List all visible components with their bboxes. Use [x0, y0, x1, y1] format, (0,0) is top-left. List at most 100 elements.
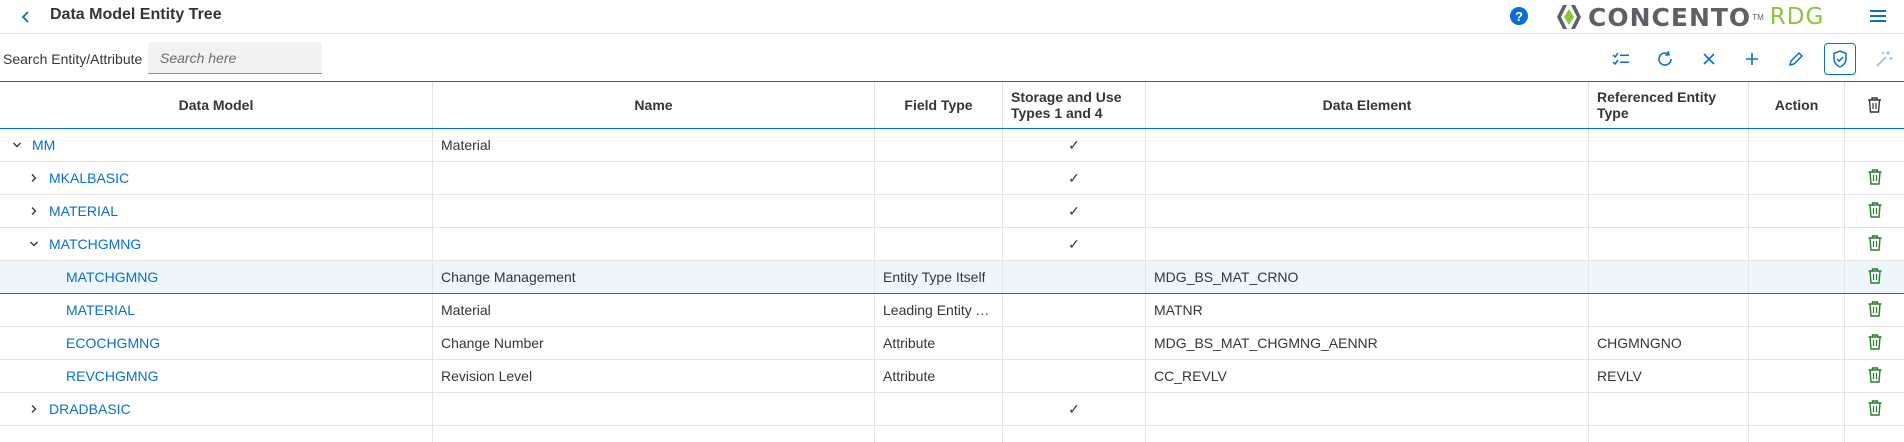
data-model-link[interactable]: MKALBASIC — [49, 170, 129, 186]
check-icon: ✓ — [1068, 202, 1080, 219]
magic-wand-icon — [1876, 51, 1893, 67]
cell-field-type — [875, 195, 1003, 227]
delete-all-button[interactable] — [1845, 82, 1904, 128]
add-button[interactable] — [1736, 43, 1768, 75]
cell-storage: ✓ — [1003, 162, 1146, 194]
cell-ref-entity — [1589, 294, 1749, 326]
data-model-link[interactable]: MM — [32, 137, 55, 153]
cell-action — [1749, 294, 1845, 326]
table-row[interactable]: MATCHGMNG ✓ — [0, 228, 1904, 261]
table-row[interactable] — [0, 426, 1904, 442]
data-model-link[interactable]: MATERIAL — [66, 302, 135, 318]
trash-icon[interactable] — [1867, 366, 1883, 386]
column-header-storage[interactable]: Storage and Use Types 1 and 4 — [1003, 82, 1146, 128]
toolbar: Search Entity/Attribute — [0, 35, 1904, 81]
cell-name — [433, 162, 875, 194]
validate-button[interactable] — [1824, 43, 1856, 75]
multi-select-icon — [1612, 52, 1629, 66]
cell-delete — [1845, 426, 1904, 442]
chevron-left-icon — [21, 11, 29, 23]
table-row[interactable]: MATCHGMNG Change Management Entity Type It… — [0, 261, 1904, 294]
column-header-action[interactable]: Action — [1749, 82, 1845, 128]
cell-action — [1749, 327, 1845, 359]
cell-data-element — [1146, 426, 1589, 442]
cell-data-element: MDG_BS_MAT_CRNO — [1146, 261, 1589, 293]
cell-name: Change Number — [433, 327, 875, 359]
trash-icon[interactable] — [1867, 201, 1883, 221]
data-model-link[interactable]: ECOCHGMNG — [66, 335, 160, 351]
data-model-link[interactable]: REVCHGMNG — [66, 368, 159, 384]
multi-select-button[interactable] — [1605, 43, 1637, 75]
cell-ref-entity — [1589, 426, 1749, 442]
search-input[interactable] — [148, 42, 322, 74]
cell-data-model: ECOCHGMNG — [0, 327, 433, 359]
name-text: Material — [441, 302, 491, 318]
cell-ref-entity: CHGMNGNO — [1589, 327, 1749, 359]
trash-icon[interactable] — [1867, 168, 1883, 188]
edit-button[interactable] — [1780, 43, 1812, 75]
data-model-link[interactable]: MATCHGMNG — [49, 236, 141, 252]
data-element-text: CC_REVLV — [1154, 368, 1227, 384]
cell-storage — [1003, 360, 1146, 392]
cell-data-model: MATERIAL — [0, 195, 433, 227]
trash-icon[interactable] — [1867, 267, 1883, 287]
cell-data-element: MDG_BS_MAT_CHGMNG_AENNR — [1146, 327, 1589, 359]
magic-wand-button[interactable] — [1868, 43, 1900, 75]
trash-icon[interactable] — [1867, 333, 1883, 353]
chevron-down-icon[interactable] — [10, 138, 24, 152]
trash-icon[interactable] — [1867, 399, 1883, 419]
table-row[interactable]: ECOCHGMNG Change Number Attribute MDG_BS_MA… — [0, 327, 1904, 360]
table-row[interactable]: MM Material ✓ — [0, 129, 1904, 162]
cell-data-element — [1146, 393, 1589, 425]
cell-action — [1749, 228, 1845, 260]
cell-field-type — [875, 426, 1003, 442]
column-header-name[interactable]: Name — [433, 82, 875, 128]
data-model-link[interactable]: MATCHGMNG — [66, 269, 158, 285]
table-row[interactable]: MATERIAL ✓ — [0, 195, 1904, 228]
data-model-link[interactable]: MATERIAL — [49, 203, 118, 219]
column-header-referenced-entity-type[interactable]: Referenced Entity Type — [1589, 82, 1749, 128]
column-header-field-type[interactable]: Field Type — [875, 82, 1003, 128]
cell-delete — [1845, 294, 1904, 326]
refresh-button[interactable] — [1649, 43, 1681, 75]
add-icon — [1746, 53, 1758, 65]
chevron-down-icon[interactable] — [27, 237, 41, 251]
cell-data-model: MKALBASIC — [0, 162, 433, 194]
cell-data-element — [1146, 228, 1589, 260]
chevron-right-icon[interactable] — [27, 204, 41, 218]
cell-data-element — [1146, 162, 1589, 194]
data-model-link[interactable]: DRADBASIC — [49, 401, 131, 417]
back-button[interactable] — [14, 5, 38, 29]
table-row[interactable]: MATERIAL Material Leading Entity T... MATNR — [0, 294, 1904, 327]
cell-action — [1749, 360, 1845, 392]
field-type-text: Entity Type Itself — [883, 269, 986, 285]
hamburger-menu-icon[interactable] — [1868, 7, 1888, 25]
check-icon: ✓ — [1068, 235, 1080, 252]
help-icon[interactable]: ? — [1510, 7, 1528, 25]
page-title: Data Model Entity Tree — [50, 6, 222, 23]
chevron-right-icon[interactable] — [27, 171, 41, 185]
chevron-right-icon[interactable] — [27, 402, 41, 416]
trash-icon[interactable] — [1867, 300, 1883, 320]
trash-icon[interactable] — [1867, 234, 1883, 254]
cell-ref-entity — [1589, 129, 1749, 161]
ref-entity-text: REVLV — [1597, 368, 1642, 384]
cell-storage: ✓ — [1003, 228, 1146, 260]
close-button[interactable] — [1693, 43, 1725, 75]
table-row[interactable]: DRADBASIC ✓ — [0, 393, 1904, 426]
cell-ref-entity — [1589, 228, 1749, 260]
field-type-text: Attribute — [883, 368, 936, 384]
table-body: MM Material ✓ MKALBASIC ✓ MATERIAL ✓ MATCHGMNG ✓… — [0, 129, 1904, 442]
logo-mark-icon — [1557, 5, 1581, 29]
cell-delete — [1845, 261, 1904, 293]
refresh-icon — [1658, 50, 1672, 66]
cell-action — [1749, 261, 1845, 293]
close-icon — [1703, 53, 1715, 65]
column-header-data-model[interactable]: Data Model — [0, 82, 433, 128]
cell-data-model: MATCHGMNG — [0, 261, 433, 293]
table-row[interactable]: REVCHGMNG Revision Level Attribute CC_REVLV… — [0, 360, 1904, 393]
column-header-data-element[interactable]: Data Element — [1146, 82, 1589, 128]
app-header: Data Model Entity Tree ? CONCENTO TM RDG — [0, 0, 1904, 34]
table-row[interactable]: MKALBASIC ✓ — [0, 162, 1904, 195]
cell-name — [433, 195, 875, 227]
